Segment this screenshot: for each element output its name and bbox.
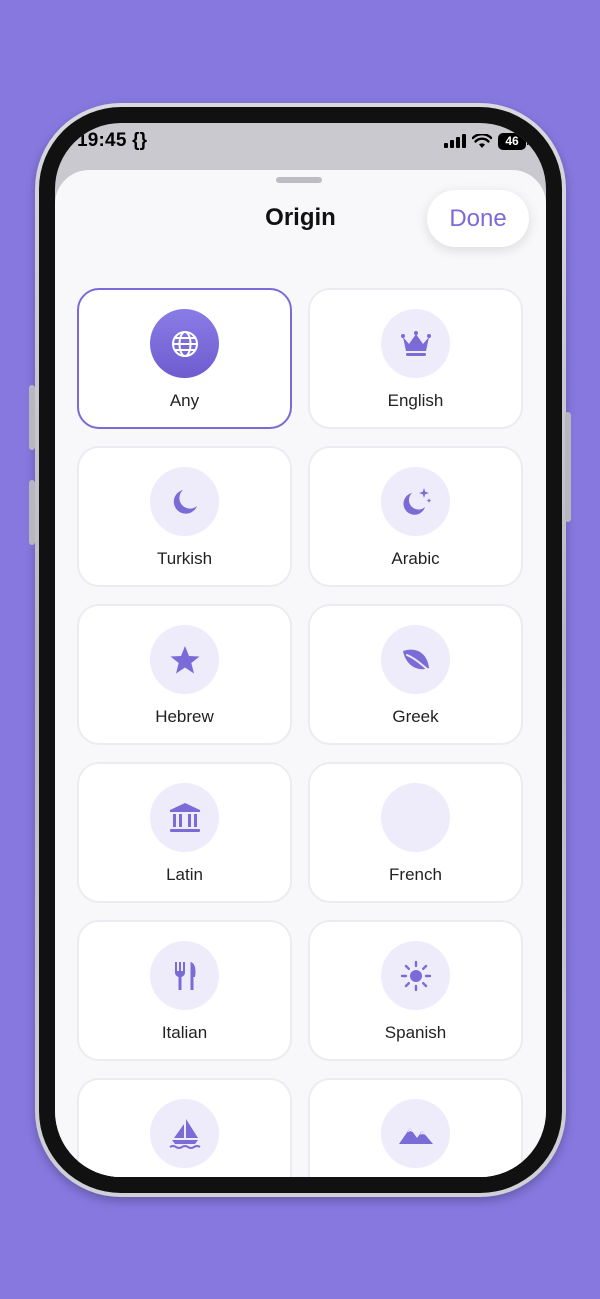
origin-card-italian[interactable]: Italian (77, 920, 292, 1061)
building-columns-icon (169, 802, 200, 832)
origin-card-any[interactable]: Any (77, 288, 292, 429)
phone-side-button-right (565, 412, 571, 522)
leaf-icon (402, 649, 429, 670)
origin-label: Spanish (384, 1023, 447, 1042)
battery-icon: 46 (498, 132, 529, 150)
origin-label: Italian (161, 1023, 208, 1042)
origin-label: Arabic (391, 549, 440, 568)
origin-card-latin[interactable]: Latin (77, 762, 292, 903)
icon-circle (150, 941, 219, 1010)
icon-circle (381, 625, 450, 694)
origin-card-arabic[interactable]: Arabic (308, 446, 523, 587)
icon-circle (381, 783, 450, 852)
origin-card-mountains[interactable] (308, 1078, 523, 1177)
crown-icon (400, 330, 431, 356)
sheet-grabber[interactable] (276, 177, 322, 183)
icon-circle (150, 783, 219, 852)
battery-level: 46 (505, 134, 519, 148)
icon-circle (381, 467, 450, 536)
icon-circle (150, 625, 219, 694)
origin-label: Hebrew (155, 707, 214, 726)
icon-circle (381, 1099, 450, 1168)
moon-stars-icon (403, 487, 431, 515)
origin-card-spanish[interactable]: Spanish (308, 920, 523, 1061)
icon-circle (381, 309, 450, 378)
origin-card-sailboat[interactable] (77, 1078, 292, 1177)
origin-sheet: Origin Done Any English Turkish Arabic H… (55, 170, 546, 1177)
origin-label: Latin (166, 865, 203, 884)
status-icons: 46 (444, 131, 529, 151)
icon-circle (150, 309, 219, 378)
origin-label: Any (169, 391, 200, 410)
origin-grid: Any English Turkish Arabic Hebrew Greek … (77, 288, 523, 1177)
origin-card-hebrew[interactable]: Hebrew (77, 604, 292, 745)
star-icon (170, 645, 199, 673)
origin-label: English (387, 391, 444, 410)
sailboat-icon (168, 1118, 201, 1149)
cellular-signal-icon (444, 134, 466, 148)
origin-card-french[interactable]: French (308, 762, 523, 903)
done-button[interactable]: Done (427, 190, 529, 247)
blank-icon (398, 800, 434, 836)
sun-icon (400, 960, 431, 991)
origin-card-turkish[interactable]: Turkish (77, 446, 292, 587)
icon-circle (381, 941, 450, 1010)
origin-label: French (389, 865, 442, 884)
phone-side-button-left-1 (29, 385, 35, 450)
origin-card-english[interactable]: English (308, 288, 523, 429)
wifi-icon (472, 133, 492, 148)
origin-label: Greek (392, 707, 439, 726)
phone-screen: 19:45 {} 46 Origin Done Any English Turk… (55, 123, 546, 1177)
mountains-icon (398, 1127, 433, 1144)
moon-icon (173, 489, 197, 514)
status-time: 19:45 {} (77, 130, 148, 151)
icon-circle (150, 1099, 219, 1168)
origin-label: Turkish (156, 549, 213, 568)
globe-icon (171, 330, 198, 357)
icon-circle (150, 467, 219, 536)
origin-card-greek[interactable]: Greek (308, 604, 523, 745)
phone-side-button-left-2 (29, 480, 35, 545)
status-bar: 19:45 {} 46 (55, 123, 546, 167)
fork-knife-icon (174, 961, 196, 990)
